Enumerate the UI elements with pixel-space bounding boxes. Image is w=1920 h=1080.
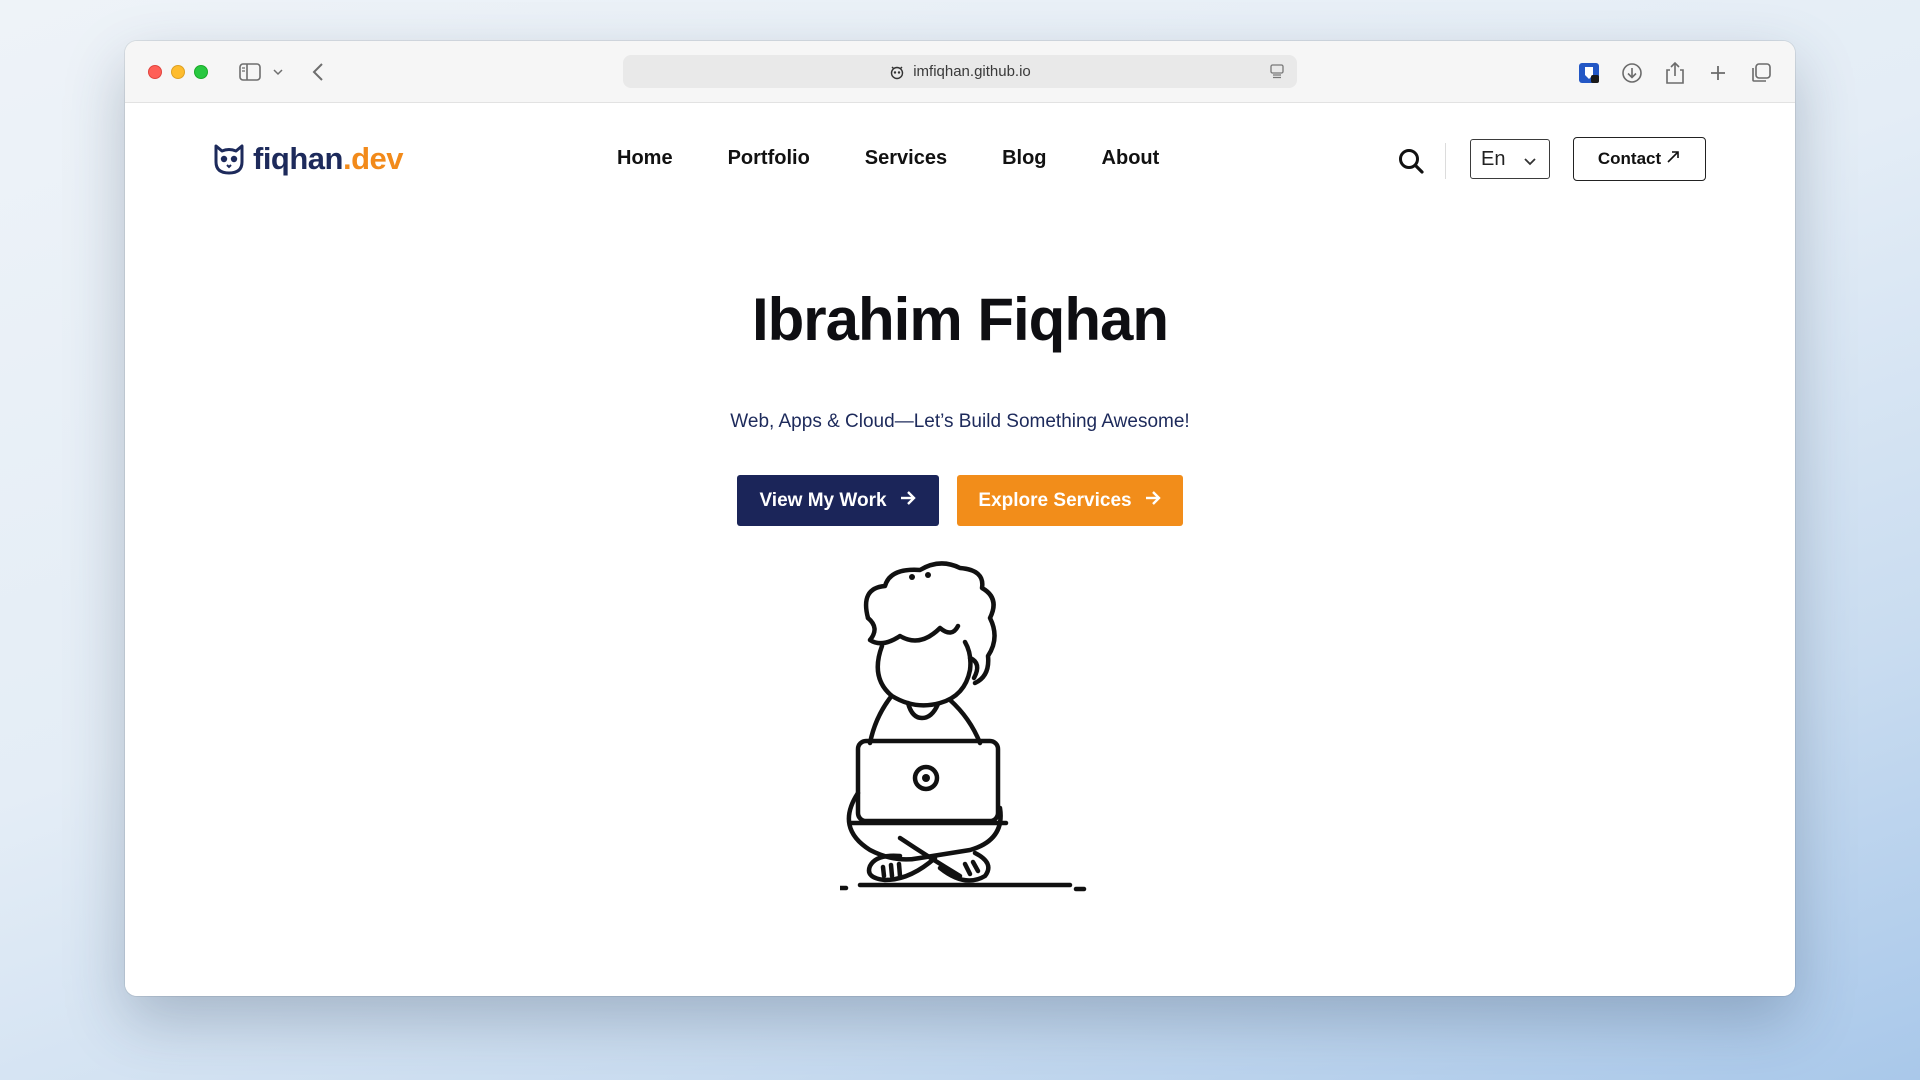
nav-item-portfolio[interactable]: Portfolio [728,147,810,170]
arrow-right-icon [1144,490,1162,512]
site-logo[interactable]: fiqhan .dev [212,141,404,177]
zoom-window-button[interactable] [194,65,208,79]
main-nav: Home Portfolio Services Blog About [617,147,1159,170]
hero-title: Ibrahim Fiqhan [751,286,1169,353]
new-tab-icon[interactable] [1703,58,1732,87]
nav-item-about[interactable]: About [1102,147,1160,170]
extension-icon[interactable] [1574,58,1603,87]
nav-item-blog[interactable]: Blog [1002,147,1046,170]
explore-services-button[interactable]: Explore Services [957,475,1183,526]
sidebar-toggle-icon[interactable] [237,59,263,85]
back-arrow-icon[interactable] [308,59,328,85]
download-icon[interactable] [1617,58,1646,87]
secondary-cta-label: Explore Services [978,489,1132,511]
arrow-right-icon [899,490,917,512]
developer-illustration [837,558,1090,913]
external-arrow-icon [1665,149,1681,170]
language-selected: En [1481,147,1506,170]
chevron-down-icon[interactable] [271,59,285,85]
owl-logo-icon [212,142,246,176]
browser-window: imfiqhan.github.io fiqhan .dev Home Port… [125,41,1795,996]
logo-name: fiqhan [253,141,344,176]
reader-icon[interactable] [1269,63,1285,79]
chevron-down-icon [1523,152,1537,175]
browser-right-tools [1574,58,1775,87]
site-header: fiqhan .dev Home Portfolio Services Blog … [125,103,1795,213]
header-divider [1445,143,1446,179]
view-my-work-button[interactable]: View My Work [737,475,939,526]
contact-button[interactable]: Contact [1573,137,1706,181]
tab-overview-icon[interactable] [1746,58,1775,87]
minimize-window-button[interactable] [171,65,185,79]
hero-subtitle: Web, Apps & Cloud—Let’s Build Something … [730,411,1190,432]
address-bar[interactable]: imfiqhan.github.io [623,55,1297,88]
search-icon[interactable] [1397,147,1425,175]
close-window-button[interactable] [148,65,162,79]
primary-cta-label: View My Work [759,489,887,511]
contact-label: Contact [1597,149,1662,168]
browser-toolbar: imfiqhan.github.io [125,41,1795,103]
nav-item-home[interactable]: Home [617,147,673,170]
site-favicon-icon [889,64,905,80]
web-page: fiqhan .dev Home Portfolio Services Blog … [125,103,1795,996]
share-icon[interactable] [1660,58,1689,87]
nav-item-services[interactable]: Services [865,147,947,170]
language-select[interactable]: En [1470,139,1550,179]
url-text: imfiqhan.github.io [913,63,1031,80]
logo-tld: .dev [343,141,404,176]
